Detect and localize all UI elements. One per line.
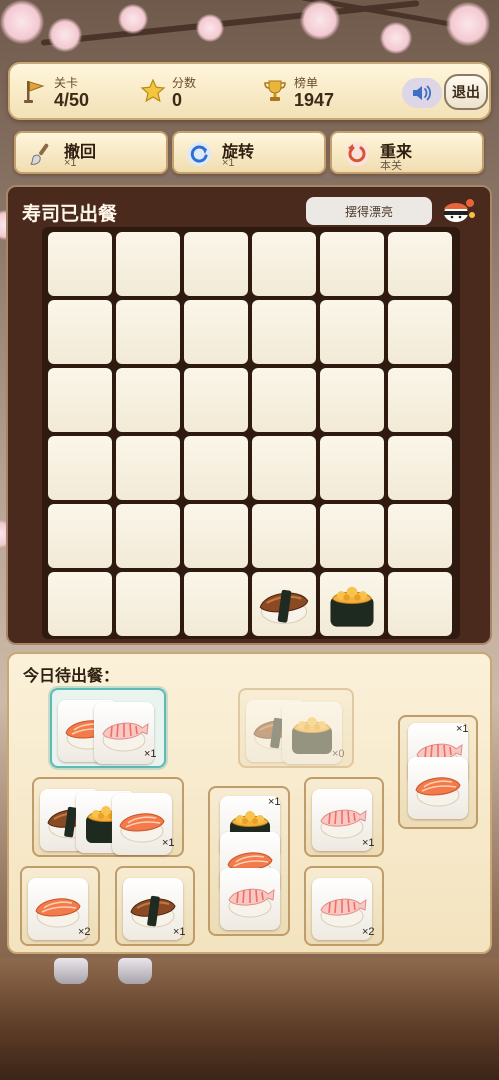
sushi-order-box[interactable]: ×1 xyxy=(304,777,384,857)
board-cell[interactable] xyxy=(388,368,452,432)
shrimp-sushi-tile xyxy=(220,868,280,930)
rotate-icon xyxy=(186,141,212,167)
board-cell[interactable] xyxy=(116,232,180,296)
salmon-sushi-tile xyxy=(408,757,468,819)
sushi-mascot-icon xyxy=(440,195,476,225)
unagi-sushi-icon xyxy=(256,578,312,630)
board-cell[interactable] xyxy=(252,300,316,364)
board-cell[interactable] xyxy=(252,368,316,432)
board-cell[interactable] xyxy=(48,572,112,636)
board-cell[interactable] xyxy=(184,436,248,500)
score-label: 分数 xyxy=(172,76,197,90)
order-count: ×0 xyxy=(332,748,345,760)
sushi-order-box[interactable]: ×1 xyxy=(208,786,290,936)
sushi-order-box[interactable]: ×2 xyxy=(304,866,384,946)
order-count: ×1 xyxy=(162,837,175,849)
rotate-count: ×1 xyxy=(222,157,235,169)
counter-decor xyxy=(0,958,499,1080)
uni-sushi-icon xyxy=(324,578,380,630)
board-cell[interactable] xyxy=(116,572,180,636)
rotate-button[interactable]: 旋转 ×1 xyxy=(172,131,326,174)
flag-icon xyxy=(22,78,48,104)
board-cell[interactable] xyxy=(252,572,316,636)
teacup-icon xyxy=(54,958,88,984)
board-cell[interactable] xyxy=(48,504,112,568)
level-label: 关卡 xyxy=(54,76,79,90)
order-count: ×1 xyxy=(173,926,186,938)
sushi-order-box[interactable]: ×1 xyxy=(32,777,184,857)
speaker-icon xyxy=(411,83,433,103)
praise-badge: 摆得漂亮 xyxy=(306,197,432,225)
board-cell[interactable] xyxy=(252,232,316,296)
score-value: 0 xyxy=(172,90,183,110)
board-cell[interactable] xyxy=(320,300,384,364)
sushi-order-box[interactable]: ×1 xyxy=(115,866,195,946)
board-cell[interactable] xyxy=(48,300,112,364)
board-cell[interactable] xyxy=(320,572,384,636)
order-count: ×1 xyxy=(456,723,469,735)
order-count: ×1 xyxy=(362,837,375,849)
undo-count: ×1 xyxy=(64,157,77,169)
sushi-order-box[interactable]: ×1 xyxy=(398,715,478,829)
board-cell[interactable] xyxy=(116,368,180,432)
board-cell[interactable] xyxy=(252,504,316,568)
board-cell[interactable] xyxy=(184,572,248,636)
level-value: 4/50 xyxy=(54,90,90,110)
board-cell[interactable] xyxy=(184,368,248,432)
stat-bar: 关卡 4/50 分数 0 榜单 1947 退出 xyxy=(8,62,491,120)
queue-title: 今日待出餐： xyxy=(23,668,120,685)
board-title: 寿司已出餐 xyxy=(22,204,118,225)
order-count: ×2 xyxy=(78,926,91,938)
exit-button[interactable]: 退出 xyxy=(444,74,488,110)
board-cell[interactable] xyxy=(48,368,112,432)
board-cell[interactable] xyxy=(184,504,248,568)
board-cell[interactable] xyxy=(388,504,452,568)
board-cell[interactable] xyxy=(184,232,248,296)
order-count: ×2 xyxy=(362,926,375,938)
board-cell[interactable] xyxy=(320,368,384,432)
restart-icon xyxy=(344,141,370,167)
trophy-icon xyxy=(262,78,288,104)
rank-value: 1947 xyxy=(294,90,335,110)
sound-button[interactable] xyxy=(402,78,442,108)
board-panel: 寿司已出餐 摆得漂亮 xyxy=(6,185,492,645)
board-cell[interactable] xyxy=(116,436,180,500)
board-cell[interactable] xyxy=(184,300,248,364)
board-cell[interactable] xyxy=(320,232,384,296)
undo-button[interactable]: 撤回 ×1 xyxy=(14,131,168,174)
restart-button[interactable]: 重来 本关 xyxy=(330,131,484,174)
board-cell[interactable] xyxy=(388,232,452,296)
board-cell[interactable] xyxy=(116,300,180,364)
board-cell[interactable] xyxy=(116,504,180,568)
rank-label: 榜单 xyxy=(294,76,319,90)
board-cell[interactable] xyxy=(320,504,384,568)
brush-icon xyxy=(28,141,54,167)
sushi-order-box[interactable]: ×2 xyxy=(20,866,100,946)
star-icon xyxy=(140,78,166,104)
sushi-board-grid xyxy=(42,227,460,639)
sushi-order-box[interactable]: ×1 xyxy=(50,688,166,768)
board-cell[interactable] xyxy=(252,436,316,500)
board-cell[interactable] xyxy=(320,436,384,500)
board-cell[interactable] xyxy=(48,436,112,500)
teacup-icon xyxy=(118,958,152,984)
board-cell[interactable] xyxy=(388,300,452,364)
board-cell[interactable] xyxy=(388,572,452,636)
restart-sub: 本关 xyxy=(380,160,402,172)
sushi-order-box: ×0 xyxy=(238,688,354,768)
order-count: ×1 xyxy=(144,748,157,760)
board-cell[interactable] xyxy=(48,232,112,296)
board-cell[interactable] xyxy=(388,436,452,500)
order-count: ×1 xyxy=(268,796,281,808)
